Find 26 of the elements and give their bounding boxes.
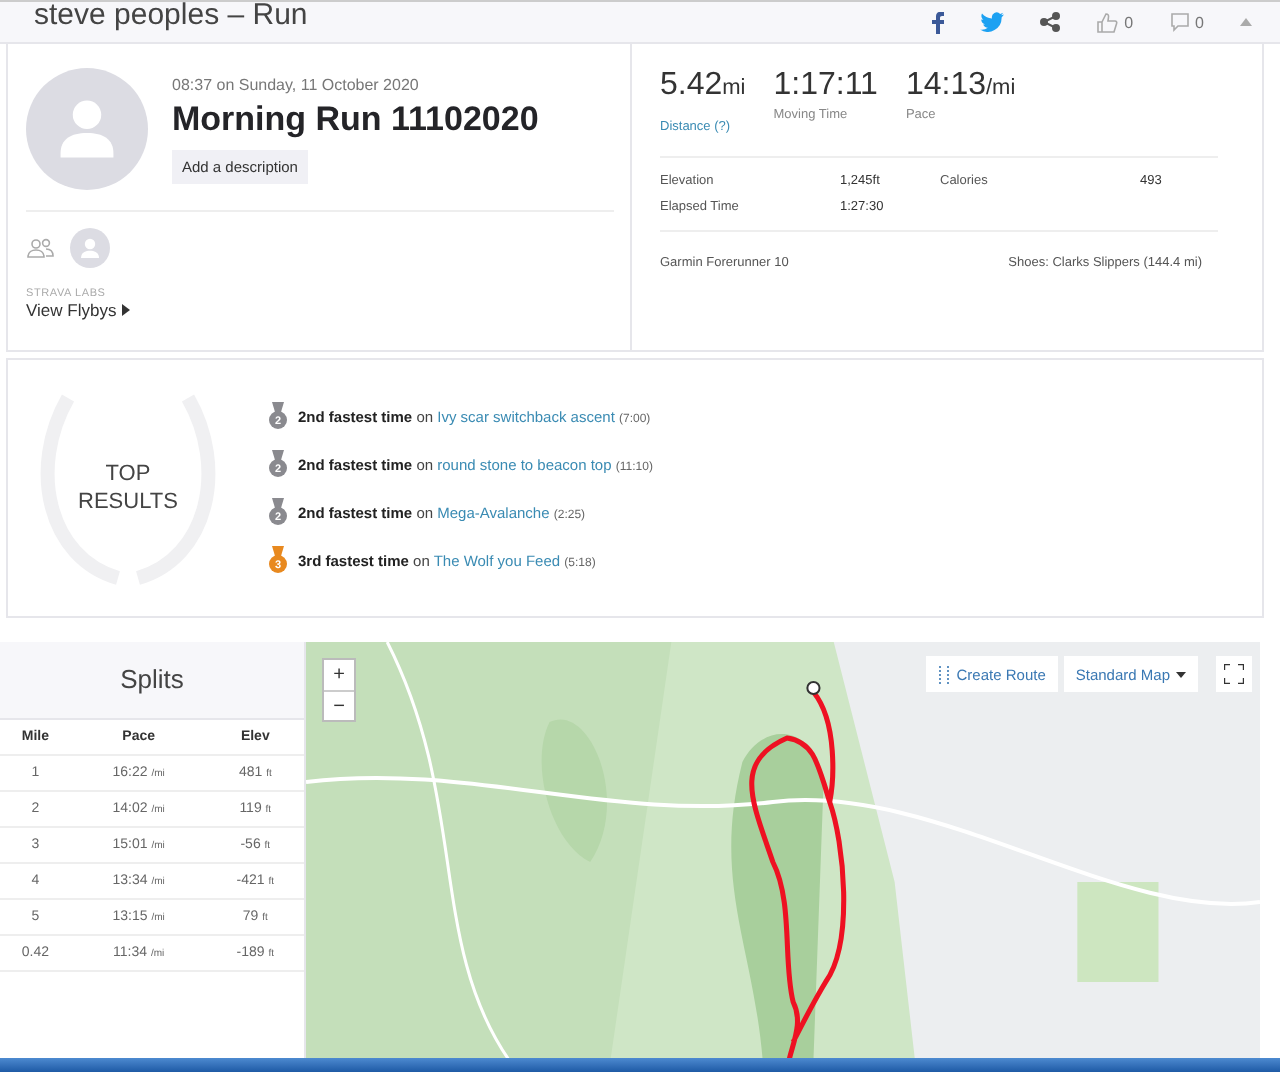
caret-up-icon[interactable] <box>1240 18 1252 26</box>
comment-icon[interactable] <box>1169 12 1190 32</box>
splits-title: Splits <box>0 642 304 720</box>
fullscreen-button[interactable] <box>1216 656 1252 692</box>
view-flybys-link[interactable]: View Flybys <box>26 300 131 320</box>
chevron-right-icon <box>122 304 131 316</box>
page-title: steve peoples – Run <box>34 0 308 32</box>
avatar-icon <box>26 68 148 190</box>
top-results-title: TOP <box>105 460 151 488</box>
fullscreen-icon <box>1224 664 1244 684</box>
facebook-icon[interactable] <box>932 11 945 33</box>
share-icon[interactable] <box>1040 12 1061 32</box>
thumbs-up-icon[interactable] <box>1096 11 1119 33</box>
caret-down-icon <box>1176 671 1186 677</box>
athlete-avatar-icon[interactable] <box>70 228 110 268</box>
bird-icon[interactable] <box>980 12 1005 32</box>
stat-value: 1:17:11 <box>773 68 878 104</box>
route-icon <box>938 665 951 683</box>
stat-value: 14:13/mi <box>905 68 1016 104</box>
activity-datetime: 08:37 on Sunday, 11 October 2020 <box>172 76 419 94</box>
top-results-title: RESULTS <box>78 488 178 516</box>
like-count: 0 <box>1124 13 1134 31</box>
activity-title: Morning Run 11102020 <box>172 100 539 140</box>
group-icon[interactable] <box>26 238 54 258</box>
comment-count: 0 <box>1195 13 1204 31</box>
stat-value: 5.42mi <box>660 68 746 104</box>
